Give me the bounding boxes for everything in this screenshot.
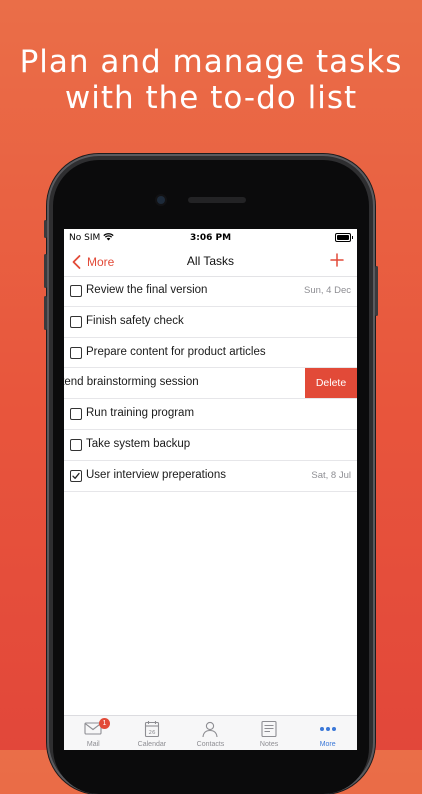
task-due-date: Sat, 8 Jul <box>311 469 351 481</box>
volume-down-button <box>44 296 47 330</box>
unread-badge: 1 <box>99 718 110 729</box>
task-list: Review the final version Sun, 4 Dec Fini… <box>64 276 357 492</box>
mute-switch <box>44 220 47 238</box>
navigation-bar: More All Tasks <box>64 247 357 277</box>
calendar-icon: 26 <box>144 721 159 738</box>
task-title: Prepare content for product articles <box>86 345 266 358</box>
task-title: Take system backup <box>86 437 191 450</box>
task-row[interactable]: User interview preperations Sat, 8 Jul <box>64 461 357 492</box>
task-row-swiped[interactable]: ttend brainstorming session Delete <box>64 368 357 400</box>
promo-headline: Plan and manage tasks with the to-do lis… <box>0 44 422 116</box>
task-row[interactable]: Take system backup <box>64 430 357 461</box>
task-title: User interview preperations <box>86 468 226 481</box>
task-title: ttend brainstorming session <box>64 376 199 389</box>
task-row[interactable]: Prepare content for product articles <box>64 338 357 369</box>
app-screen: No SIM 3:06 PM More All Tasks Review the… <box>64 229 357 750</box>
task-title: Run training program <box>86 407 195 420</box>
tab-label: More <box>319 741 336 748</box>
task-title: Review the final version <box>86 284 208 296</box>
tab-label: Notes <box>259 741 279 748</box>
headline-line-1: Plan and manage tasks <box>19 44 403 80</box>
task-checkbox[interactable] <box>70 315 82 328</box>
status-time: 3:06 PM <box>189 233 232 243</box>
tab-notes[interactable]: Notes <box>240 716 299 750</box>
front-camera <box>157 196 165 204</box>
more-icon <box>319 727 336 731</box>
status-bar: No SIM 3:06 PM <box>64 229 357 247</box>
task-title: Finish safety check <box>86 314 184 327</box>
task-checkbox[interactable] <box>70 346 82 359</box>
earpiece-speaker <box>188 197 246 203</box>
task-checkbox-checked[interactable] <box>70 469 82 482</box>
power-button <box>375 266 378 316</box>
task-checkbox[interactable] <box>70 285 82 297</box>
tab-calendar[interactable]: 26 Calendar <box>123 716 182 750</box>
notes-icon <box>261 720 277 738</box>
task-due-date: Sun, 4 Dec <box>304 285 351 296</box>
delete-button[interactable]: Delete <box>305 368 357 399</box>
headline-line-2: with the to-do list <box>64 80 358 116</box>
task-row[interactable]: Run training program <box>64 399 357 430</box>
tab-label: Mail <box>86 741 100 748</box>
page-title: All Tasks <box>186 254 235 268</box>
task-checkbox[interactable] <box>70 438 82 451</box>
task-checkbox[interactable] <box>70 408 82 421</box>
contacts-icon <box>202 721 219 738</box>
task-row[interactable]: Review the final version Sun, 4 Dec <box>64 276 357 307</box>
checkmark-icon <box>72 472 80 479</box>
task-row[interactable]: Finish safety check <box>64 307 357 338</box>
tab-label: Contacts <box>196 741 225 748</box>
volume-up-button <box>44 254 47 288</box>
calendar-icon-day: 26 <box>148 730 155 736</box>
battery-icon <box>335 233 353 242</box>
tab-label: Calendar <box>137 741 167 748</box>
tab-mail[interactable]: 1 Mail <box>64 716 123 750</box>
tab-contacts[interactable]: Contacts <box>181 716 240 750</box>
plus-icon[interactable] <box>329 252 345 268</box>
tab-bar: 1 Mail 26 Calendar Contacts Notes More <box>64 715 357 750</box>
tab-more[interactable]: More <box>298 716 357 750</box>
